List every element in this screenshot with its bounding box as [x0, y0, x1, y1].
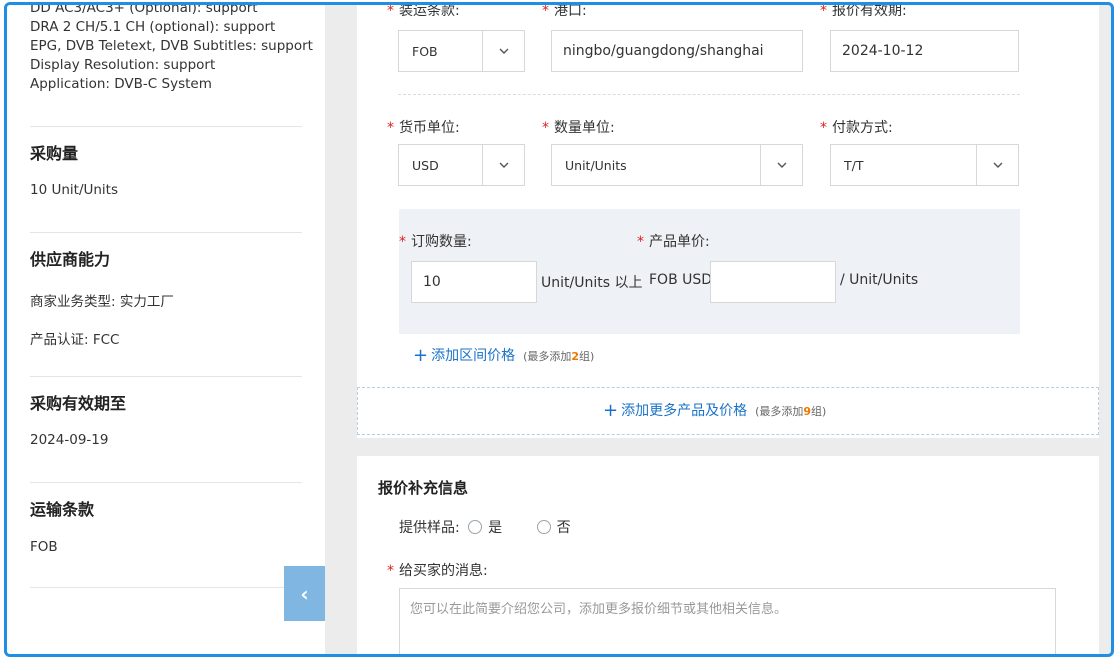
purchase-qty-section: 采购量 10 Unit/Units [30, 126, 302, 226]
valid-until-value: 2024-09-19 [30, 432, 109, 448]
add-product-hint: (最多添加9组) [755, 405, 827, 418]
order-qty-label: * 订购数量: [399, 234, 472, 250]
collapse-sidebar-button[interactable]: ‹ [284, 566, 325, 621]
spec-line: Display Resolution: support [30, 57, 216, 73]
plus-icon: + [603, 400, 619, 421]
add-tier-hint: (最多添加2组) [523, 350, 595, 363]
supplier-title: 供应商能力 [30, 250, 111, 269]
spec-list: DD AC3/AC3+ (Optional): support DRA 2 CH… [30, 2, 313, 94]
order-qty-input[interactable]: 10 [411, 261, 537, 303]
chevron-down-icon [482, 31, 524, 71]
sample-option-row: 提供样品: 是 否 [399, 517, 571, 537]
qty-unit-select[interactable]: Unit/Units [551, 144, 803, 186]
spec-line: DD AC3/AC3+ (Optional): support [30, 2, 258, 16]
valid-until-title: 采购有效期至 [30, 394, 127, 413]
chevron-down-icon [760, 145, 802, 185]
order-qty-suffix: Unit/Units 以上 [541, 275, 643, 291]
payment-select[interactable]: T/T [830, 144, 1019, 186]
port-label: * 港口: [542, 3, 587, 19]
sample-yes-label: 是 [488, 520, 503, 536]
shipping-value: FOB [30, 539, 58, 555]
trade-terms-select[interactable]: FOB [398, 30, 525, 72]
payment-label: * 付款方式: [820, 120, 893, 136]
spec-line: Application: DVB-C System [30, 76, 212, 92]
sidebar: DD AC3/AC3+ (Optional): support DRA 2 CH… [7, 5, 325, 654]
quote-valid-label: * 报价有效期: [820, 3, 907, 19]
quote-form: * 装运条款: FOB * 港口: ningbo/guangdong/shangha… [357, 5, 1099, 654]
quote-valid-input[interactable]: 2024-10-12 [830, 30, 1019, 72]
tier-pricing-box: * 订购数量: 10 Unit/Units 以上 * 产品单价: FOB USD /… [399, 209, 1020, 334]
shipping-section: 运输条款 FOB [30, 482, 302, 588]
app-frame: DD AC3/AC3+ (Optional): support DRA 2 CH… [4, 2, 1114, 657]
payment-value: T/T [844, 158, 864, 173]
supplier-section: 供应商能力 商家业务类型: 实力工厂 产品认证: FCC [30, 232, 302, 372]
purchase-qty-value: 10 Unit/Units [30, 182, 119, 198]
spec-line: DRA 2 CH/5.1 CH (optional): support [30, 19, 276, 35]
message-label: * 给买家的消息: [387, 563, 488, 579]
sample-label: 提供样品: [399, 520, 460, 536]
business-type: 商家业务类型: 实力工厂 [30, 294, 174, 310]
currency-value: USD [412, 158, 439, 173]
add-more-products-link[interactable]: + 添加更多产品及价格 (最多添加9组) [603, 400, 826, 421]
message-textarea[interactable]: 您可以在此简要介绍您公司，添加更多报价细节或其他相关信息。 [399, 588, 1056, 654]
sample-yes-radio[interactable] [468, 520, 483, 534]
currency-select[interactable]: USD [398, 144, 525, 186]
trade-terms-label: * 装运条款: [387, 3, 460, 19]
price-currency-prefix: FOB USD [649, 272, 713, 288]
shipping-title: 运输条款 [30, 500, 95, 519]
valid-until-section: 采购有效期至 2024-09-19 [30, 376, 302, 476]
qty-unit-value: Unit/Units [565, 158, 627, 173]
currency-label: * 货币单位: [387, 120, 460, 136]
chevron-down-icon [976, 145, 1018, 185]
trade-terms-value: FOB [412, 44, 438, 59]
unit-price-label: * 产品单价: [637, 234, 710, 250]
spec-line: EPG, DVB Teletext, DVB Subtitles: suppor… [30, 38, 313, 54]
sample-no-radio[interactable] [536, 520, 551, 534]
price-unit-suffix: / Unit/Units [840, 272, 919, 288]
section-gap [357, 438, 1099, 456]
certification: 产品认证: FCC [30, 332, 120, 348]
plus-icon: + [413, 345, 429, 366]
unit-price-input[interactable] [710, 261, 836, 303]
divider [398, 94, 1020, 95]
sample-no-label: 否 [556, 520, 571, 536]
purchase-qty-title: 采购量 [30, 144, 79, 163]
add-price-tier-link[interactable]: + 添加区间价格 (最多添加2组) [413, 345, 594, 366]
chevron-down-icon [482, 145, 524, 185]
port-input[interactable]: ningbo/guangdong/shanghai [551, 30, 803, 72]
chevron-left-icon: ‹ [300, 581, 309, 606]
add-more-products-box: + 添加更多产品及价格 (最多添加9组) [357, 387, 1099, 435]
qty-unit-label: * 数量单位: [542, 120, 615, 136]
supplement-title: 报价补充信息 [378, 479, 469, 497]
